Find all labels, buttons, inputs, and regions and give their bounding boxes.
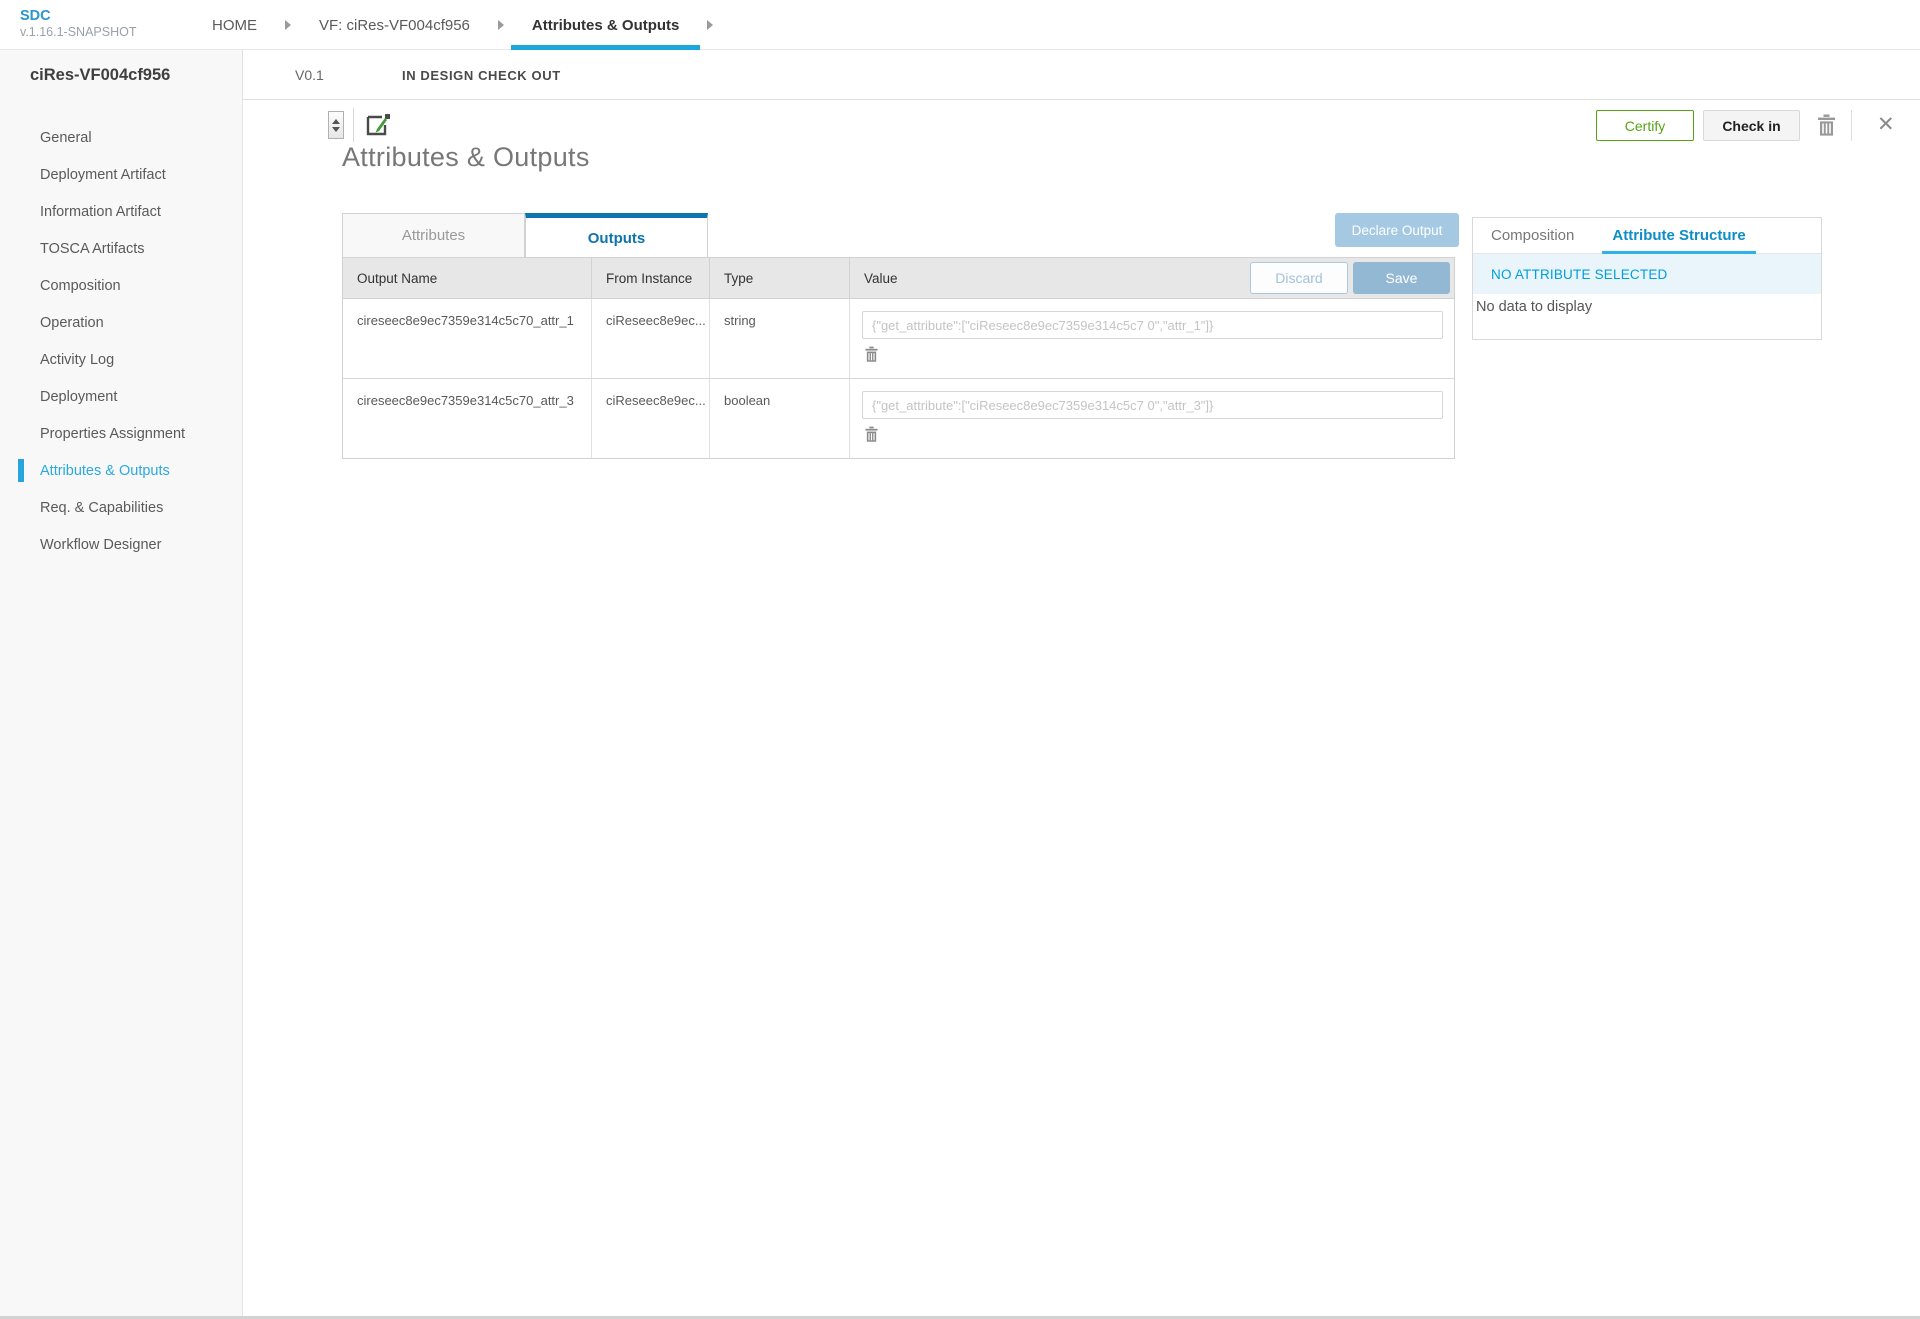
breadcrumb-arrow-icon — [285, 20, 291, 30]
breadcrumb-arrow-icon — [707, 20, 713, 30]
certify-button[interactable]: Certify — [1596, 110, 1694, 141]
stepper-down-icon — [332, 127, 340, 132]
sidebar-item-activity-log[interactable]: Activity Log — [0, 341, 242, 378]
breadcrumb-arrow-icon — [498, 20, 504, 30]
sidebar-item-tosca-artifacts[interactable]: TOSCA Artifacts — [0, 230, 242, 267]
status-badge: NO ATTRIBUTE SELECTED — [1473, 254, 1821, 294]
breadcrumb-attributes-outputs[interactable]: Attributes & Outputs — [532, 0, 680, 50]
output-value-input[interactable] — [862, 311, 1443, 339]
delete-component-trash-icon[interactable] — [1816, 114, 1837, 142]
output-value-input[interactable] — [862, 391, 1443, 419]
detail-panel-tabs: Composition Attribute Structure — [1473, 218, 1821, 254]
discard-button[interactable]: Discard — [1250, 262, 1348, 294]
attributes-outputs-tabs: Attributes Outputs — [342, 213, 708, 258]
delete-output-trash-icon[interactable] — [864, 426, 879, 446]
delete-output-trash-icon[interactable] — [864, 346, 879, 366]
sidebar-item-attributes-outputs[interactable]: Attributes & Outputs — [0, 452, 242, 489]
type-cell: string — [710, 299, 850, 378]
toolbar-divider — [1851, 110, 1852, 141]
tab-label: Attribute Structure — [1612, 227, 1745, 244]
breadcrumb: HOME VF: ciRes-VF004cf956 Attributes & O… — [212, 0, 741, 50]
check-in-button[interactable]: Check in — [1703, 110, 1800, 141]
from-instance-cell: ciReseec8e9ec... — [592, 379, 710, 458]
attribute-detail-panel: Composition Attribute Structure NO ATTRI… — [1472, 217, 1822, 340]
sidebar-item-deployment[interactable]: Deployment — [0, 378, 242, 415]
sidebar-item-properties-assignment[interactable]: Properties Assignment — [0, 415, 242, 452]
tab-attributes[interactable]: Attributes — [342, 213, 525, 258]
version-label: V0.1 — [295, 50, 324, 100]
version-stepper[interactable] — [328, 111, 344, 139]
declare-output-button[interactable]: Declare Output — [1335, 213, 1459, 247]
sidebar-item-composition[interactable]: Composition — [0, 267, 242, 304]
page-title: Attributes & Outputs — [342, 142, 590, 173]
breadcrumb-label: Attributes & Outputs — [532, 17, 680, 34]
column-header-from-instance: From Instance — [592, 258, 710, 298]
sdc-logo[interactable]: SDC v.1.16.1-SNAPSHOT — [20, 7, 136, 41]
sidebar-item-label: Attributes & Outputs — [40, 463, 170, 479]
stepper-up-icon — [332, 119, 340, 124]
save-button[interactable]: Save — [1353, 262, 1450, 294]
breadcrumb-vf[interactable]: VF: ciRes-VF004cf956 — [319, 0, 470, 50]
outputs-table-header: Output Name From Instance Type Value Dis… — [343, 258, 1454, 299]
value-cell — [850, 379, 1454, 458]
column-header-type: Type — [710, 258, 850, 298]
sidebar-item-req-capabilities[interactable]: Req. & Capabilities — [0, 489, 242, 526]
sidebar: General Deployment Artifact Information … — [0, 100, 243, 1319]
from-instance-cell: ciReseec8e9ec... — [592, 299, 710, 378]
empty-state-message: No data to display — [1473, 294, 1821, 339]
type-cell: boolean — [710, 379, 850, 458]
table-row: cireseec8e9ec7359e314c5c70_attr_1 ciRese… — [343, 299, 1454, 378]
close-icon[interactable]: ✕ — [1877, 111, 1895, 139]
sdc-version: v.1.16.1-SNAPSHOT — [20, 25, 136, 41]
entity-name: ciRes-VF004cf956 — [0, 50, 243, 100]
tab-composition[interactable]: Composition — [1491, 218, 1574, 253]
top-bar: SDC v.1.16.1-SNAPSHOT HOME VF: ciRes-VF0… — [0, 0, 1920, 50]
output-name-cell: cireseec8e9ec7359e314c5c70_attr_3 — [343, 379, 592, 458]
tab-outputs[interactable]: Outputs — [525, 213, 708, 258]
output-name-cell: cireseec8e9ec7359e314c5c70_attr_1 — [343, 299, 592, 378]
table-row: cireseec8e9ec7359e314c5c70_attr_3 ciRese… — [343, 378, 1454, 458]
toolbar-divider — [353, 108, 354, 142]
lifecycle-state-label: IN DESIGN CHECK OUT — [402, 50, 561, 100]
sidebar-item-general[interactable]: General — [0, 119, 242, 156]
toolbar: ciRes-VF004cf956 V0.1 IN DESIGN CHECK OU… — [0, 50, 1920, 100]
design-checkout-pencil-icon — [364, 111, 392, 144]
table-header-buttons: Discard Save — [1250, 262, 1450, 294]
column-header-output-name: Output Name — [343, 258, 592, 298]
tab-attribute-structure[interactable]: Attribute Structure — [1612, 218, 1745, 253]
outputs-table: Output Name From Instance Type Value Dis… — [342, 257, 1455, 459]
active-item-indicator — [18, 459, 24, 482]
sidebar-item-information-artifact[interactable]: Information Artifact — [0, 193, 242, 230]
sdc-logo-title: SDC — [20, 7, 136, 25]
breadcrumb-home[interactable]: HOME — [212, 0, 257, 50]
active-breadcrumb-underline — [511, 45, 701, 50]
active-tab-underline — [1602, 251, 1755, 254]
value-cell — [850, 299, 1454, 378]
sidebar-item-workflow-designer[interactable]: Workflow Designer — [0, 526, 242, 563]
sidebar-item-operation[interactable]: Operation — [0, 304, 242, 341]
sidebar-item-deployment-artifact[interactable]: Deployment Artifact — [0, 156, 242, 193]
